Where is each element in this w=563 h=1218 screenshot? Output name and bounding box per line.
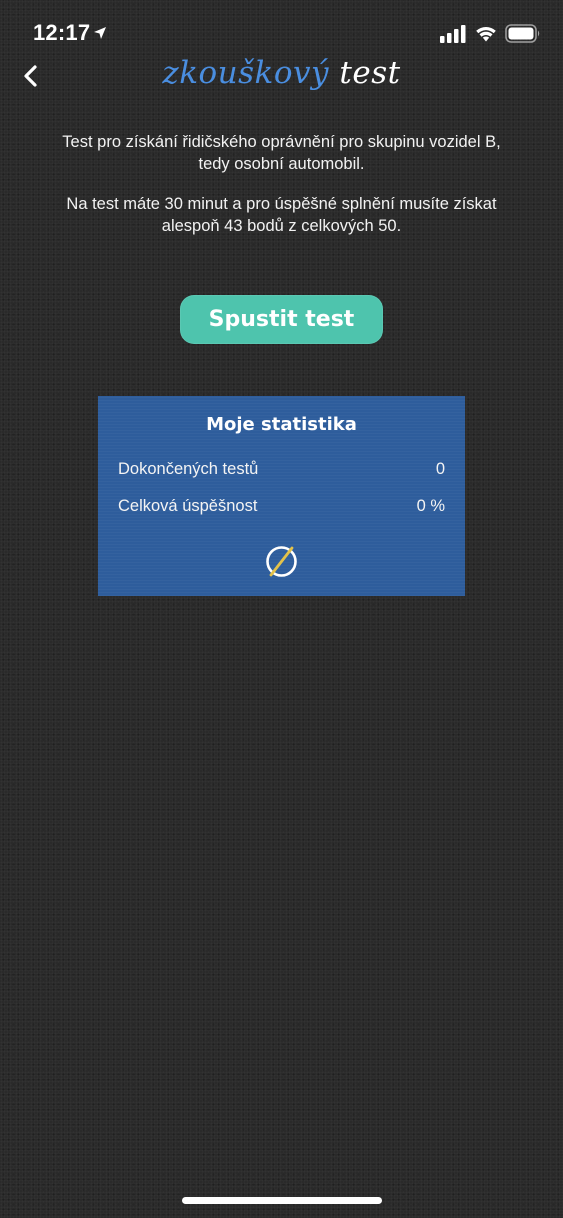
intro-line: tedy osobní automobil. [198,155,365,173]
status-time: 12:17 [33,20,91,45]
intro-text: Test pro získání řidičského oprávnění pr… [40,131,523,255]
page-title-part1: zkouškový [162,55,330,91]
stat-row-success-rate: Celková úspěšnost 0 % [118,497,445,521]
intro-line: Na test máte 30 minut a pro úspěšné spln… [66,195,497,213]
statistics-card: Moje statistika Dokončených testů 0 Celk… [98,396,465,596]
stat-row-completed-tests: Dokončených testů 0 [118,460,445,484]
location-arrow-icon [94,27,106,39]
intro-paragraph-2: Na test máte 30 minut a pro úspěšné spln… [40,193,523,237]
nav-bar: zkouškový test [0,55,563,99]
cellular-signal-icon [440,25,466,43]
page-title-part2: test [339,55,401,91]
statistics-title: Moje statistika [206,414,357,435]
intro-paragraph-1: Test pro získání řidičského oprávnění pr… [40,131,523,175]
stat-label: Dokončených testů [118,460,259,478]
intro-line: Test pro získání řidičského oprávnění pr… [62,133,501,151]
page-title: zkouškový test [0,55,563,91]
wifi-icon [476,26,496,42]
stat-value: 0 % [416,497,445,515]
intro-line: alespoň 43 bodů z celkových 50. [161,217,402,235]
start-test-button[interactable]: Spustit test [180,295,383,344]
battery-icon [505,24,540,43]
empty-set-icon[interactable] [264,544,299,579]
stat-value: 0 [435,460,445,478]
home-indicator [182,1197,382,1204]
status-bar: 12:17 [0,0,563,60]
stat-label: Celková úspěšnost [118,497,258,515]
